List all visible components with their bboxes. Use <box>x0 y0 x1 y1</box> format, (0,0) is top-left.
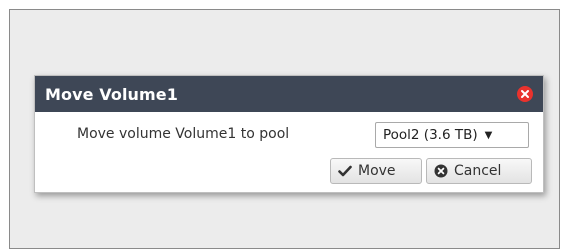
cancel-circle-icon <box>434 164 448 178</box>
close-icon[interactable] <box>517 86 533 102</box>
cancel-button-label: Cancel <box>454 163 502 179</box>
caret-down-icon: ▼ <box>484 129 493 141</box>
dialog-title: Move Volume1 <box>45 84 178 104</box>
move-prompt-label: Move volume Volume1 to pool <box>77 126 290 142</box>
checkmark-icon <box>338 165 352 177</box>
pool-select[interactable]: Pool2 (3.6 TB) ▼ <box>375 122 529 148</box>
move-volume-dialog: Move Volume1 Move volume Volume1 to pool… <box>34 75 544 193</box>
move-button[interactable]: Move <box>330 158 422 184</box>
pool-select-value: Pool2 (3.6 TB) <box>383 127 478 143</box>
cancel-button[interactable]: Cancel <box>426 158 532 184</box>
move-button-label: Move <box>358 163 396 179</box>
pool-row: Move volume Volume1 to pool Pool2 (3.6 T… <box>35 122 543 148</box>
dialog-titlebar: Move Volume1 <box>35 76 543 112</box>
